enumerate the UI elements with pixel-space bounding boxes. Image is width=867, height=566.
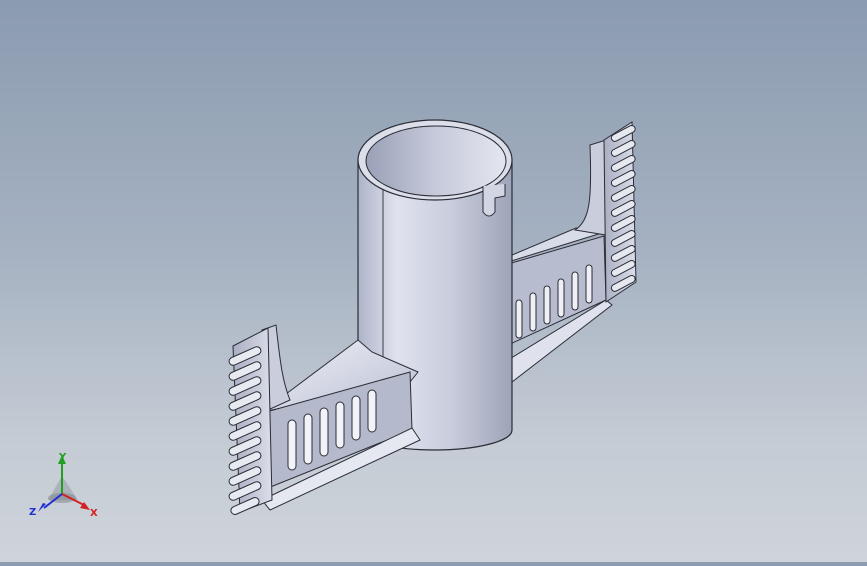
orientation-triad[interactable]: Y X Z <box>29 452 98 519</box>
right-riser <box>573 139 607 236</box>
tube-bore <box>365 125 507 197</box>
y-axis-label: Y <box>58 452 67 463</box>
right-fin-assembly[interactable] <box>504 121 637 383</box>
model-canvas[interactable]: Y X Z <box>0 0 867 562</box>
z-axis-label: Z <box>29 507 36 518</box>
cad-viewport[interactable]: Y X Z <box>0 0 867 562</box>
x-axis-label: X <box>90 508 98 519</box>
